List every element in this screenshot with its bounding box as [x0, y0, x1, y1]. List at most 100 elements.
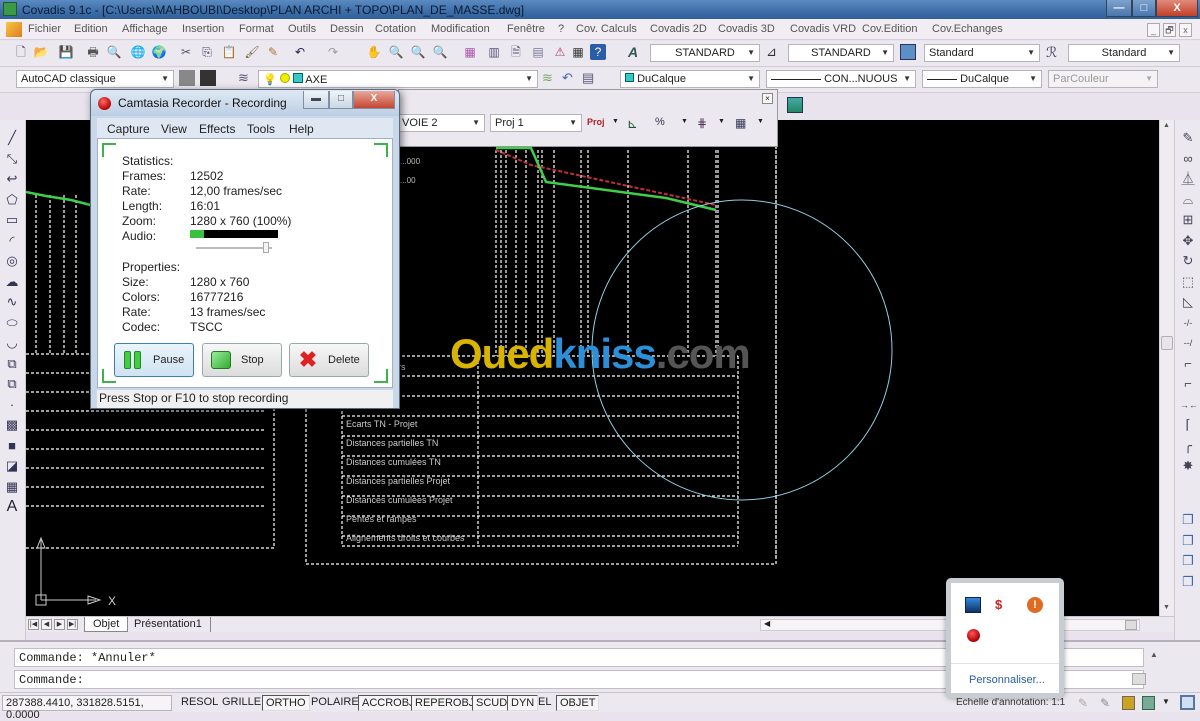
- undo-icon[interactable]: ↶: [292, 44, 308, 60]
- doc-minimize-button[interactable]: _: [1147, 23, 1160, 37]
- design-center-icon[interactable]: ▥: [486, 44, 502, 60]
- send-to-back-icon[interactable]: ❐: [1180, 533, 1196, 549]
- send-under-icon[interactable]: ❐: [1180, 574, 1196, 590]
- menu-edition[interactable]: Edition: [74, 23, 108, 35]
- prev-tab-button[interactable]: ◀: [41, 619, 52, 630]
- scroll-down-icon[interactable]: ▼: [1163, 604, 1170, 611]
- break-at-point-icon[interactable]: ⌐: [1180, 356, 1196, 372]
- command-scroll-thumb[interactable]: [1132, 673, 1146, 685]
- camtasia-menu-tools[interactable]: Tools: [247, 122, 275, 136]
- layer-states-icon[interactable]: ▤: [582, 70, 598, 86]
- layer-manager-icon[interactable]: ≋: [238, 70, 254, 86]
- insert-block-icon[interactable]: ⧉: [4, 356, 20, 372]
- fillet-icon[interactable]: ╭: [1180, 438, 1196, 454]
- mirror-icon[interactable]: ⏅: [1180, 171, 1196, 187]
- vertical-scroll-thumb[interactable]: [1161, 336, 1173, 350]
- menu-dessin[interactable]: Dessin: [330, 23, 364, 35]
- table-icon[interactable]: ▦: [4, 479, 20, 495]
- menu-outils[interactable]: Outils: [288, 23, 316, 35]
- workspace-save-icon[interactable]: [200, 70, 216, 86]
- paste-icon[interactable]: 📋: [221, 44, 237, 60]
- sheet-set-icon[interactable]: ▤: [530, 44, 546, 60]
- profile-annotate-icon[interactable]: %: [655, 116, 665, 128]
- copy-object-icon[interactable]: ∞: [1180, 151, 1196, 167]
- profile-table-icon[interactable]: ▦: [735, 116, 746, 130]
- chevron-down-icon[interactable]: ▼: [757, 118, 764, 125]
- break-icon[interactable]: ⌐: [1180, 376, 1196, 392]
- zoom-previous-icon[interactable]: 🔍: [432, 44, 448, 60]
- menu-cotation[interactable]: Cotation: [375, 23, 416, 35]
- menu-cov-calculs[interactable]: Cov. Calculs: [576, 23, 637, 35]
- spline-icon[interactable]: ∿: [4, 294, 20, 310]
- pan-icon[interactable]: ✋: [366, 44, 382, 60]
- chevron-down-icon[interactable]: ▼: [681, 118, 688, 125]
- calculator-icon[interactable]: ▦: [570, 44, 586, 60]
- doc-close-button[interactable]: x: [1179, 23, 1192, 37]
- camtasia-menu-help[interactable]: Help: [289, 122, 314, 136]
- new-icon[interactable]: 🗋: [13, 44, 29, 60]
- delete-button[interactable]: ✖ Delete: [289, 343, 369, 377]
- customize-link[interactable]: Personnaliser...: [969, 674, 1045, 686]
- tab-objet[interactable]: Objet: [84, 617, 129, 632]
- workspace-select[interactable]: AutoCAD classique ▼: [16, 70, 174, 88]
- explode-icon[interactable]: ✸: [1180, 458, 1196, 474]
- maximize-button[interactable]: □: [1132, 0, 1156, 17]
- point-icon[interactable]: ·: [4, 397, 20, 413]
- clean-screen-icon[interactable]: [1180, 695, 1195, 710]
- help-icon[interactable]: ?: [590, 44, 606, 60]
- polygon-icon[interactable]: ⬠: [4, 192, 20, 208]
- tray-settings-icon[interactable]: [1142, 696, 1155, 710]
- circle-icon[interactable]: ◎: [4, 253, 20, 269]
- zoom-window-icon[interactable]: 🔍: [410, 44, 426, 60]
- ellipse-arc-icon[interactable]: ◡: [4, 335, 20, 351]
- toggle-ortho[interactable]: ORTHO: [262, 695, 310, 711]
- bring-to-front-icon[interactable]: ❐: [1180, 512, 1196, 528]
- annotation-scale[interactable]: Echelle d'annotation: 1:1: [956, 697, 1065, 708]
- menu-covadis-2d[interactable]: Covadis 2D: [650, 23, 707, 35]
- join-icon[interactable]: →←: [1180, 397, 1198, 413]
- rectangle-icon[interactable]: ▭: [4, 212, 20, 228]
- bring-above-icon[interactable]: ❐: [1180, 553, 1196, 569]
- scale-icon[interactable]: ⬚: [1180, 274, 1196, 290]
- table-style-select[interactable]: Standard ▼: [924, 44, 1040, 62]
- audio-volume-slider[interactable]: [196, 242, 272, 253]
- last-tab-button[interactable]: ▶|: [67, 619, 78, 630]
- open-icon[interactable]: 📂: [33, 44, 49, 60]
- toggle-accrobj[interactable]: ACCROBJ: [358, 695, 419, 711]
- menu-cov-edition[interactable]: Cov.Edition: [862, 23, 917, 35]
- rotate-icon[interactable]: ↻: [1180, 253, 1196, 269]
- network-icon[interactable]: [965, 597, 981, 613]
- chevron-down-icon[interactable]: ▼: [718, 118, 725, 125]
- menu-covadis-vrd[interactable]: Covadis VRD: [790, 23, 856, 35]
- toggle-scud[interactable]: SCUD: [472, 695, 512, 711]
- array-icon[interactable]: ⊞: [1180, 212, 1196, 228]
- arc-icon[interactable]: ◜: [4, 233, 20, 249]
- color-select[interactable]: DuCalque ▼: [620, 70, 760, 88]
- floating-toolbar-close-icon[interactable]: ×: [762, 93, 773, 104]
- menu-modification[interactable]: Modification: [431, 23, 490, 35]
- covadis-tool-icon[interactable]: [787, 97, 803, 113]
- camtasia-menu-capture[interactable]: Capture: [107, 122, 150, 136]
- layer-previous-icon[interactable]: ↶: [562, 70, 578, 86]
- first-tab-button[interactable]: |◀: [28, 619, 39, 630]
- document-icon[interactable]: [6, 22, 22, 37]
- menu-help[interactable]: ?: [558, 23, 564, 35]
- multiline-text-icon[interactable]: A: [4, 499, 20, 515]
- chamfer-icon[interactable]: ⌈: [1180, 417, 1196, 433]
- axis-select[interactable]: VOIE 2 ▼: [397, 114, 485, 132]
- minimize-button[interactable]: —: [1106, 0, 1132, 17]
- stop-button[interactable]: Stop: [202, 343, 282, 377]
- make-block-icon[interactable]: ⧉: [4, 376, 20, 392]
- copy-icon[interactable]: ⎘: [199, 44, 215, 60]
- dim-style-select[interactable]: STANDARD ▼: [788, 44, 894, 62]
- ellipse-icon[interactable]: ⬭: [4, 315, 20, 331]
- move-icon[interactable]: ✥: [1180, 233, 1196, 249]
- properties-icon[interactable]: ▦: [462, 44, 478, 60]
- extend-icon[interactable]: --/: [1180, 335, 1196, 351]
- menu-format[interactable]: Format: [239, 23, 274, 35]
- menu-covadis-3d[interactable]: Covadis 3D: [718, 23, 775, 35]
- text-style-select[interactable]: STANDARD ▼: [650, 44, 760, 62]
- publish-icon[interactable]: 🌐: [130, 44, 146, 60]
- toggle-grille[interactable]: GRILLE: [219, 695, 264, 711]
- annotation-visibility-icon[interactable]: ✎: [1078, 696, 1088, 710]
